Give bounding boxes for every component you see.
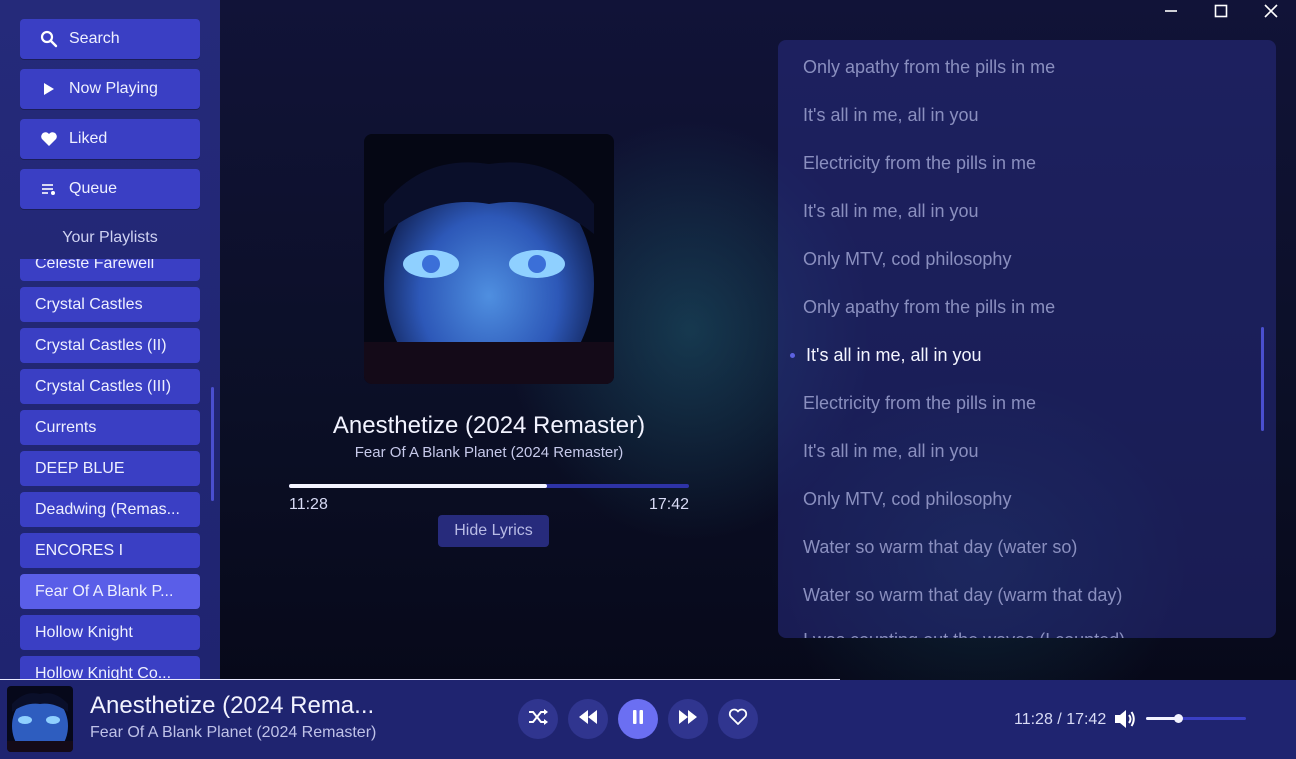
- sidebar: Search Now Playing Liked Queue Your Play…: [0, 0, 220, 680]
- volume-icon: [1113, 710, 1137, 734]
- minimize-button[interactable]: [1151, 0, 1191, 26]
- pause-icon: [631, 709, 645, 730]
- nav-search-label: Search: [69, 30, 120, 47]
- volume-slider[interactable]: [1146, 714, 1246, 723]
- heart-icon: [38, 130, 60, 148]
- playlists-heading: Your Playlists: [62, 229, 158, 246]
- play-icon: [38, 80, 60, 98]
- track-title: Anesthetize (2024 Remaster): [332, 412, 646, 439]
- playlist-item-active[interactable]: Fear Of A Blank P...: [20, 574, 200, 609]
- volume-button[interactable]: [1113, 708, 1137, 730]
- playlist-item[interactable]: Deadwing (Remas...: [20, 492, 200, 527]
- player-track-album: Fear Of A Blank Planet (2024 Remaster): [90, 724, 377, 741]
- lyric-line[interactable]: It's all in me, all in you: [803, 105, 979, 126]
- hide-lyrics-button[interactable]: Hide Lyrics: [438, 515, 549, 547]
- progress-bar[interactable]: [289, 484, 689, 488]
- playlist-item[interactable]: Crystal Castles (II): [20, 328, 200, 363]
- lyric-line-current[interactable]: It's all in me, all in you: [806, 345, 982, 366]
- search-icon: [38, 30, 60, 48]
- player-track-title: Anesthetize (2024 Rema...: [90, 692, 375, 719]
- lyric-line[interactable]: Water so warm that day (water so): [803, 537, 1077, 558]
- playlist-item[interactable]: Crystal Castles (III): [20, 369, 200, 404]
- pause-button[interactable]: [618, 699, 658, 739]
- lyric-line[interactable]: Only MTV, cod philosophy: [803, 249, 1011, 270]
- progress-fill: [289, 484, 548, 488]
- next-button[interactable]: [668, 699, 708, 739]
- previous-icon: [578, 709, 598, 730]
- nav-now-playing-label: Now Playing: [69, 80, 158, 97]
- lyric-line[interactable]: Electricity from the pills in me: [803, 153, 1036, 174]
- lyric-line[interactable]: It's all in me, all in you: [803, 441, 979, 462]
- nav-queue-label: Queue: [69, 180, 118, 197]
- lyric-line[interactable]: I was counting out the waves (I counted): [803, 630, 1125, 638]
- shuffle-button[interactable]: [518, 699, 558, 739]
- shuffle-icon: [528, 708, 548, 731]
- nav-liked-button[interactable]: Liked: [20, 119, 200, 159]
- nav-now-playing-button[interactable]: Now Playing: [20, 69, 200, 109]
- lyric-line[interactable]: Only MTV, cod philosophy: [803, 489, 1011, 510]
- current-line-indicator: [790, 353, 795, 358]
- album-cover: [364, 134, 614, 384]
- previous-button[interactable]: [568, 699, 608, 739]
- like-button[interactable]: [718, 699, 758, 739]
- playlist-item[interactable]: Crystal Castles: [20, 287, 200, 322]
- queue-icon: [38, 180, 60, 198]
- minimize-icon: [1164, 4, 1178, 23]
- maximize-icon: [1214, 4, 1228, 23]
- lyric-line[interactable]: Only apathy from the pills in me: [803, 57, 1055, 78]
- mini-album-cover[interactable]: [7, 686, 73, 752]
- maximize-button[interactable]: [1201, 0, 1241, 26]
- track-album: Fear Of A Blank Planet (2024 Remaster): [354, 444, 624, 461]
- bottom-progress-line: [0, 679, 840, 680]
- nav-queue-button[interactable]: Queue: [20, 169, 200, 209]
- playlist-list[interactable]: Celeste Farewell Crystal Castles Crystal…: [0, 259, 220, 680]
- volume-knob[interactable]: [1174, 714, 1183, 723]
- sidebar-scrollbar[interactable]: [211, 387, 214, 501]
- heart-outline-icon: [728, 708, 748, 731]
- close-icon: [1264, 3, 1278, 23]
- playlist-item[interactable]: Celeste Farewell: [20, 259, 200, 281]
- playlist-item[interactable]: Hollow Knight Co...: [20, 656, 200, 680]
- playlist-item[interactable]: ENCORES I: [20, 533, 200, 568]
- lyrics-panel[interactable]: Only apathy from the pills in me It's al…: [778, 40, 1276, 638]
- playlist-item[interactable]: DEEP BLUE: [20, 451, 200, 486]
- lyric-line[interactable]: Only apathy from the pills in me: [803, 297, 1055, 318]
- lyric-line[interactable]: Electricity from the pills in me: [803, 393, 1036, 414]
- next-icon: [678, 709, 698, 730]
- player-time: 11:28 / 17:42: [1014, 711, 1107, 728]
- playlist-item[interactable]: Hollow Knight: [20, 615, 200, 650]
- time-total: 17:42: [648, 496, 689, 513]
- lyric-line[interactable]: Water so warm that day (warm that day): [803, 585, 1122, 606]
- nav-liked-label: Liked: [69, 130, 108, 147]
- close-button[interactable]: [1251, 0, 1291, 26]
- time-elapsed: 11:28: [289, 496, 328, 513]
- lyrics-scrollbar[interactable]: [1261, 327, 1264, 431]
- nav-search-button[interactable]: Search: [20, 19, 200, 59]
- playlist-item[interactable]: Currents: [20, 410, 200, 445]
- lyric-line[interactable]: It's all in me, all in you: [803, 201, 979, 222]
